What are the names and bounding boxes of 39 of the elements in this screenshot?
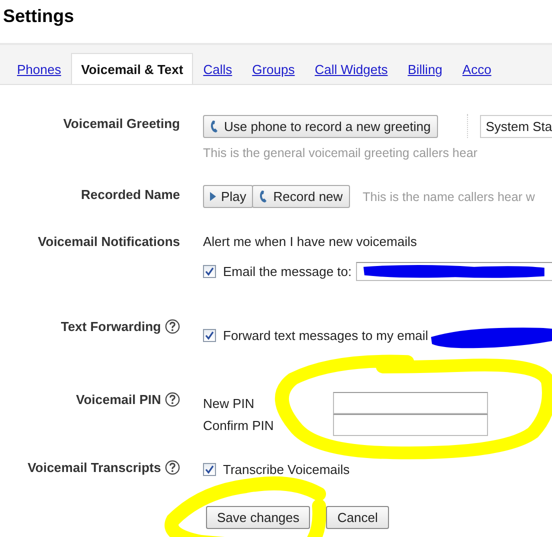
page-title: Settings: [2, 5, 76, 28]
setting-label: Voicemail PIN: [76, 392, 161, 407]
greeting-select[interactable]: System Sta: [480, 114, 552, 138]
checkbox[interactable]: [203, 265, 216, 278]
record-greeting-button[interactable]: Use phone to record a new greeting: [203, 114, 438, 138]
tab[interactable]: Phones: [7, 62, 72, 84]
tab[interactable]: Call Widgets: [304, 62, 398, 84]
cancel-button[interactable]: Cancel: [326, 506, 389, 529]
play-button[interactable]: Play: [203, 185, 254, 208]
help-icon[interactable]: [165, 460, 180, 475]
pin-field[interactable]: [333, 414, 488, 436]
setting-label: Voicemail Transcripts: [28, 460, 161, 475]
hint-text: This is the name callers hear w: [362, 190, 535, 204]
setting-label: Voicemail Notifications: [38, 234, 180, 249]
field-label: New PIN: [203, 396, 256, 410]
checkbox[interactable]: [203, 463, 216, 476]
field-label: Confirm PIN: [203, 418, 275, 432]
notification-text: Alert me when I have new voicemails: [203, 234, 417, 249]
phone-icon: [259, 190, 268, 203]
email-field[interactable]: [356, 262, 552, 281]
setting-label: Recorded Name: [81, 187, 180, 202]
setting-label: Text Forwarding: [60, 319, 161, 334]
tab[interactable]: Calls: [193, 62, 242, 84]
tab[interactable]: Billing: [398, 62, 452, 84]
checkbox-label: Forward text messages to my email: [223, 328, 428, 342]
play-icon: [210, 192, 216, 201]
hint-text: This is the general voicemail greeting callers hear: [203, 146, 478, 160]
phone-icon: [210, 120, 219, 132]
help-icon[interactable]: [165, 392, 180, 407]
checkbox[interactable]: [203, 328, 216, 342]
tab[interactable]: Groups: [242, 62, 305, 84]
pin-field[interactable]: [333, 392, 488, 414]
help-icon[interactable]: [165, 319, 180, 334]
checkbox-label: Transcribe Voicemails: [223, 462, 350, 477]
setting-label: Voicemail Greeting: [63, 116, 180, 131]
tab[interactable]: Acco: [452, 62, 502, 84]
checkbox-label: Email the message to:: [223, 264, 352, 279]
record-button[interactable]: Record new: [252, 185, 350, 208]
tab[interactable]: Voicemail & Text: [71, 53, 194, 84]
